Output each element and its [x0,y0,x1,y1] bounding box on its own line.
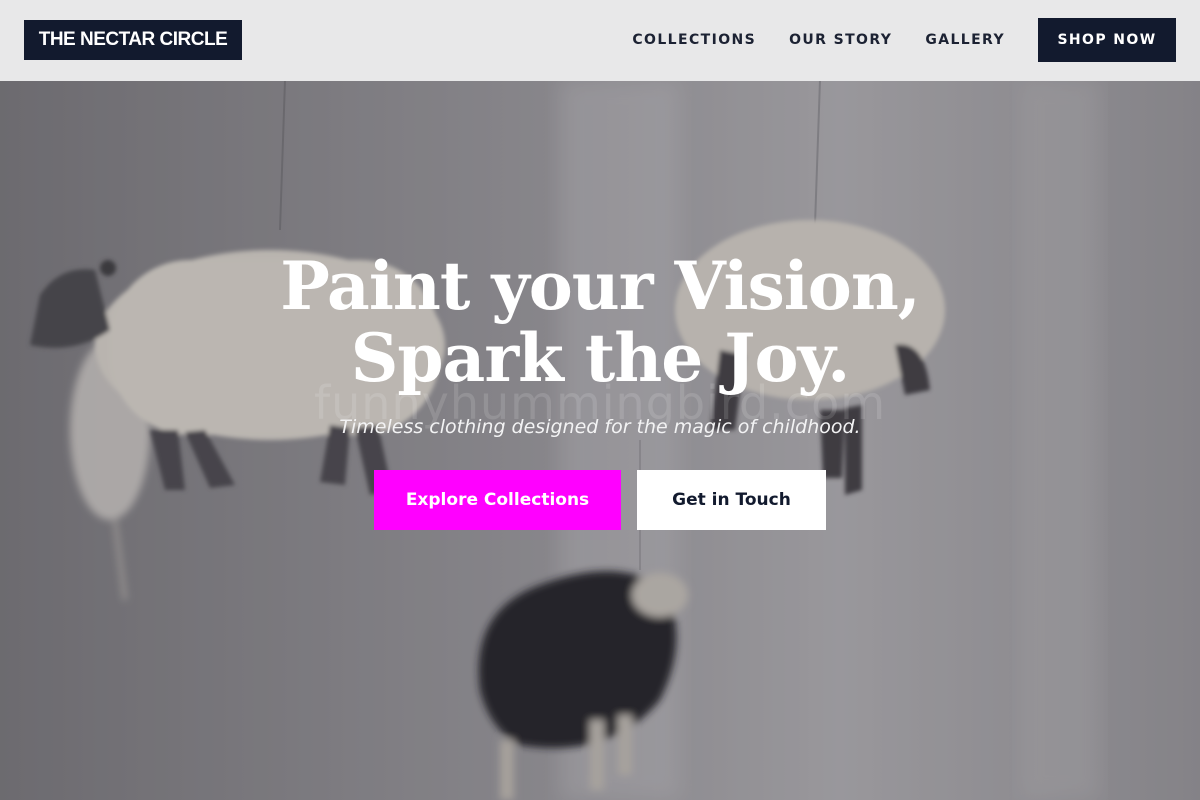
nav-link-collections[interactable]: COLLECTIONS [632,32,756,48]
hero-subtitle: Timeless clothing designed for the magic… [339,416,861,438]
nav-link-our-story[interactable]: OUR STORY [789,32,892,48]
main-nav: COLLECTIONS OUR STORY GALLERY SHOP NOW [632,18,1176,62]
hero-content: Paint your Vision, Spark the Joy. Timele… [0,250,1200,530]
explore-collections-button[interactable]: Explore Collections [374,470,621,530]
shop-now-button[interactable]: SHOP NOW [1038,18,1176,62]
site-logo[interactable]: THE NECTAR CIRCLE [24,20,242,60]
hero-cta-row: Explore Collections Get in Touch [0,470,1200,530]
site-header: THE NECTAR CIRCLE COLLECTIONS OUR STORY … [0,0,1200,81]
nav-link-gallery[interactable]: GALLERY [925,32,1005,48]
get-in-touch-button[interactable]: Get in Touch [637,470,826,530]
hero-headline: Paint your Vision, Spark the Joy. [280,247,921,397]
